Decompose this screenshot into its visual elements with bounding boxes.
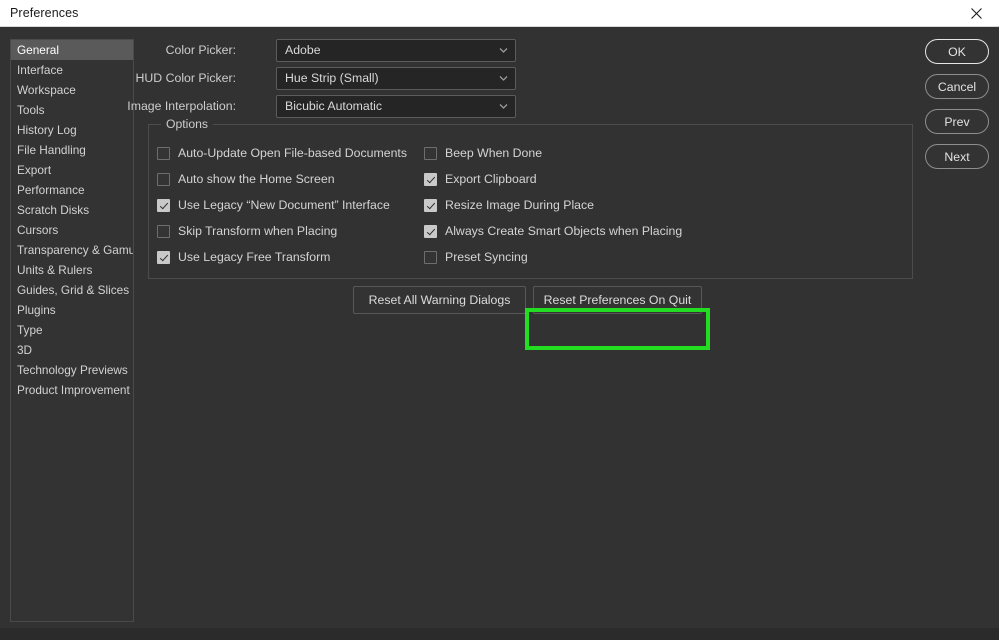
sidebar-item-3d[interactable]: 3D: [11, 340, 133, 360]
checkbox-always-create-smart-objects-when-placing[interactable]: Always Create Smart Objects when Placing: [424, 222, 682, 240]
checkbox-preset-syncing[interactable]: Preset Syncing: [424, 248, 528, 266]
cancel-button[interactable]: Cancel: [925, 74, 989, 99]
title-bar: Preferences: [0, 0, 999, 27]
sidebar-item-technology-previews[interactable]: Technology Previews: [11, 360, 133, 380]
checkbox-label: Resize Image During Place: [445, 198, 594, 212]
checkbox-auto-show-the-home-screen[interactable]: Auto show the Home Screen: [157, 170, 335, 188]
sidebar-item-plugins[interactable]: Plugins: [11, 300, 133, 320]
checkbox-box: [157, 224, 170, 238]
sidebar-item-performance[interactable]: Performance: [11, 180, 133, 200]
ok-button[interactable]: OK: [925, 39, 989, 64]
chevron-down-icon: [499, 47, 508, 54]
dialog-body: General Interface Workspace Tools Histor…: [0, 28, 999, 628]
sidebar-item-transparency-gamut[interactable]: Transparency & Gamut: [11, 240, 133, 260]
sidebar-item-guides-grid-slices[interactable]: Guides, Grid & Slices: [11, 280, 133, 300]
field-image-interpolation: Image Interpolation: Bicubic Automatic: [127, 95, 518, 118]
sidebar-item-workspace[interactable]: Workspace: [11, 80, 133, 100]
options-group: Options Auto-Update Open File-based Docu…: [148, 117, 913, 279]
hud-color-picker-label: HUD Color Picker:: [135, 71, 236, 85]
preferences-dialog: Preferences General Interface Workspace …: [0, 0, 999, 640]
checkbox-box: [157, 146, 170, 160]
sidebar-item-type[interactable]: Type: [11, 320, 133, 340]
prev-button[interactable]: Prev: [925, 109, 989, 134]
sidebar-item-product-improvement[interactable]: Product Improvement: [11, 380, 133, 400]
checkbox-use-legacy-free-transform[interactable]: Use Legacy Free Transform: [157, 248, 330, 266]
reset-preferences-on-quit-button[interactable]: Reset Preferences On Quit: [533, 286, 702, 314]
checkbox-box: [424, 172, 437, 186]
preferences-category-list[interactable]: General Interface Workspace Tools Histor…: [10, 39, 134, 622]
chevron-down-icon: [499, 103, 508, 110]
sidebar-item-tools[interactable]: Tools: [11, 100, 133, 120]
sidebar-item-interface[interactable]: Interface: [11, 60, 133, 80]
checkbox-label: Auto show the Home Screen: [178, 172, 335, 186]
field-hud-color-picker: HUD Color Picker: Hue Strip (Small): [136, 67, 518, 90]
next-button[interactable]: Next: [925, 144, 989, 169]
window-bottom-strip: [0, 628, 999, 640]
options-group-legend: Options: [161, 117, 214, 131]
checkbox-box: [157, 172, 170, 186]
checkbox-use-legacy-new-document-interface[interactable]: Use Legacy “New Document” Interface: [157, 196, 390, 214]
color-picker-value: Adobe: [285, 43, 321, 57]
checkbox-box: [424, 250, 437, 264]
close-icon[interactable]: [953, 0, 999, 26]
color-picker-select[interactable]: Adobe: [276, 39, 516, 62]
sidebar-item-cursors[interactable]: Cursors: [11, 220, 133, 240]
checkbox-box: [424, 146, 437, 160]
color-picker-label: Color Picker:: [165, 43, 236, 57]
checkbox-resize-image-during-place[interactable]: Resize Image During Place: [424, 196, 594, 214]
checkbox-export-clipboard[interactable]: Export Clipboard: [424, 170, 537, 188]
sidebar-item-export[interactable]: Export: [11, 160, 133, 180]
checkbox-label: Use Legacy Free Transform: [178, 250, 331, 264]
checkbox-box: [157, 198, 170, 212]
checkbox-label: Always Create Smart Objects when Placing: [445, 224, 683, 238]
checkbox-skip-transform-when-placing[interactable]: Skip Transform when Placing: [157, 222, 337, 240]
checkbox-box: [157, 250, 170, 264]
checkbox-box: [424, 198, 437, 212]
image-interpolation-select[interactable]: Bicubic Automatic: [276, 95, 516, 118]
hud-color-picker-value: Hue Strip (Small): [285, 71, 379, 85]
sidebar-item-scratch-disks[interactable]: Scratch Disks: [11, 200, 133, 220]
sidebar-item-history-log[interactable]: History Log: [11, 120, 133, 140]
checkbox-box: [424, 224, 437, 238]
sidebar-item-units-rulers[interactable]: Units & Rulers: [11, 260, 133, 280]
checkbox-label: Export Clipboard: [445, 172, 537, 186]
highlight-annotation: [525, 308, 710, 350]
image-interpolation-label: Image Interpolation:: [127, 99, 236, 113]
chevron-down-icon: [499, 75, 508, 82]
field-color-picker: Color Picker: Adobe: [148, 39, 518, 62]
checkbox-label: Preset Syncing: [445, 250, 528, 264]
sidebar-item-general[interactable]: General: [11, 40, 133, 60]
hud-color-picker-select[interactable]: Hue Strip (Small): [276, 67, 516, 90]
checkbox-beep-when-done[interactable]: Beep When Done: [424, 144, 542, 162]
checkbox-label: Auto-Update Open File-based Documents: [178, 146, 407, 160]
sidebar-item-file-handling[interactable]: File Handling: [11, 140, 133, 160]
checkbox-label: Use Legacy “New Document” Interface: [178, 198, 390, 212]
image-interpolation-value: Bicubic Automatic: [285, 99, 383, 113]
window-title: Preferences: [10, 6, 79, 20]
checkbox-auto-update-open-file-based-documents[interactable]: Auto-Update Open File-based Documents: [157, 144, 407, 162]
checkbox-label: Beep When Done: [445, 146, 543, 160]
checkbox-label: Skip Transform when Placing: [178, 224, 338, 238]
reset-all-warning-dialogs-button[interactable]: Reset All Warning Dialogs: [353, 286, 526, 314]
